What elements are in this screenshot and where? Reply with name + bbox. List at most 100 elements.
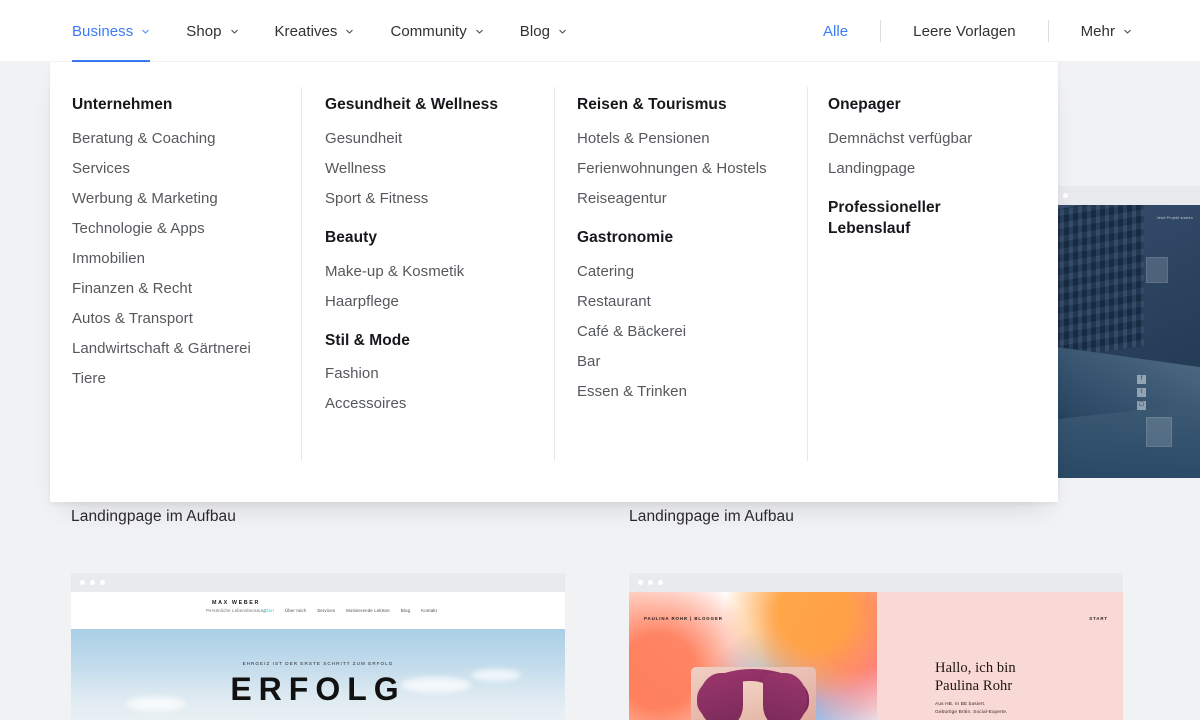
browser-chrome-bar (629, 573, 1123, 592)
preview-nav-item: Über mich (284, 608, 307, 613)
template-preview-image: MAX WEBER Persönliche Lebensberatung Sta… (71, 592, 565, 720)
template-card-paulina[interactable]: PAULINA ROHR | BLOGGER START Hallo, ich … (629, 573, 1123, 720)
mega-menu-item[interactable]: Technologie & Apps (72, 221, 301, 251)
nav-item-community[interactable]: Community (390, 0, 483, 62)
chevron-down-icon (1124, 29, 1131, 34)
instagram-icon: ☐ (1137, 401, 1146, 410)
preview-headline-line1: Hallo, ich bin (935, 660, 1016, 676)
nav-item-kreatives[interactable]: Kreatives (275, 0, 355, 62)
nav-item-label: Community (390, 22, 467, 40)
window-graphic (1146, 257, 1168, 283)
mega-menu-item[interactable]: Accessoires (325, 396, 554, 411)
mega-menu-item[interactable]: Gesundheit (325, 131, 554, 161)
mega-menu-item[interactable]: Make-up & Kosmetik (325, 264, 554, 294)
mega-menu-item[interactable]: Immobilien (72, 251, 301, 281)
template-preview-image: PAULINA ROHR | BLOGGER START Hallo, ich … (629, 592, 1123, 720)
mega-menu-group: Unternehmen Beratung & Coaching Services… (72, 95, 301, 386)
template-preview-image: Start Jetzt Projekt starten f t ☐ (1034, 205, 1200, 478)
chrome-dot (658, 580, 663, 585)
mega-menu-item[interactable]: Demnächst verfügbar (828, 131, 1058, 161)
template-caption: Landingpage im Aufbau (71, 508, 236, 525)
nav-item-business[interactable]: Business (72, 0, 151, 62)
preview-nav-right: Jetzt Projekt starten (1156, 215, 1193, 221)
filter-blank-templates[interactable]: Leere Vorlagen (881, 23, 1047, 40)
mega-menu-item[interactable]: Services (72, 161, 301, 191)
mega-menu-item[interactable]: Beratung & Coaching (72, 131, 301, 161)
preview-nav-item: START (1089, 616, 1108, 621)
preview-headline: ERFOLG (230, 671, 406, 707)
chrome-dot (1063, 193, 1068, 198)
category-nav: Business Shop Kreatives Community Blog (72, 0, 603, 62)
mega-menu-item[interactable]: Catering (577, 264, 807, 294)
filter-label: Leere Vorlagen (913, 22, 1016, 40)
chevron-down-icon (559, 29, 566, 34)
active-underline (72, 60, 151, 62)
mega-menu-group-heading: Onepager (828, 96, 901, 113)
chrome-dot (648, 580, 653, 585)
hair-graphic (699, 673, 743, 720)
mega-menu-group-heading: Unternehmen (72, 96, 173, 113)
preview-text-block: Hallo, ich bin Paulina Rohr Aus HB. In B… (935, 660, 1053, 720)
mega-menu-group: Stil & Mode Fashion Accessoires (325, 331, 554, 412)
template-card-erfolg[interactable]: MAX WEBER Persönliche Lebensberatung Sta… (71, 573, 565, 720)
mega-menu-item[interactable]: Essen & Trinken (577, 384, 807, 399)
filter-all[interactable]: Alle (791, 23, 880, 40)
preview-brand-name: MAX WEBER (212, 600, 260, 606)
filter-nav: Alle Leere Vorlagen Mehr (791, 0, 1164, 62)
nav-item-blog[interactable]: Blog (520, 0, 567, 62)
mega-menu-group-heading: Gastronomie (577, 228, 674, 246)
chevron-down-icon (142, 29, 149, 34)
chrome-dot (638, 580, 643, 585)
mega-menu-item[interactable]: Hotels & Pensionen (577, 131, 807, 161)
mega-menu-item[interactable]: Restaurant (577, 294, 807, 324)
chrome-dot (100, 580, 105, 585)
mega-menu-group-heading: Stil & Mode (325, 331, 410, 349)
mega-menu-item[interactable]: Landwirtschaft & Gärtnerei (72, 341, 301, 371)
twitter-icon: t (1137, 388, 1146, 397)
preview-headline-line2: Paulina Rohr (935, 677, 1013, 694)
preview-nav: Start Über mich Services Motivierende Le… (264, 608, 437, 613)
preview-nav-item: Motivierende Lektüre (346, 608, 390, 613)
mega-menu-group: Onepager Demnächst verfügbar Landingpage (828, 95, 1058, 176)
mega-menu-item[interactable]: Werbung & Marketing (72, 191, 301, 221)
preview-topbar: Start Jetzt Projekt starten (1034, 205, 1200, 231)
mega-menu-item[interactable]: Wellness (325, 161, 554, 191)
top-navigation-bar: Business Shop Kreatives Community Blog A… (0, 0, 1200, 62)
nav-item-label: Kreatives (274, 22, 338, 40)
mega-menu-column: Gesundheit & Wellness Gesundheit Wellnes… (301, 62, 554, 502)
mega-menu-item[interactable]: Fashion (325, 366, 554, 396)
preview-sub-line2: Gebürtige Britin. Social-Experte. (935, 709, 1008, 715)
filter-more[interactable]: Mehr (1049, 23, 1164, 40)
mega-menu-group-heading[interactable]: Professioneller Lebenslauf (828, 198, 988, 240)
template-caption: Landingpage im Aufbau (629, 508, 794, 525)
filter-label: Mehr (1080, 22, 1115, 40)
mega-menu-group-heading: Gesundheit & Wellness (325, 96, 499, 113)
mega-menu-column: Unternehmen Beratung & Coaching Services… (50, 62, 301, 502)
mega-menu-item[interactable]: Bar (577, 354, 807, 384)
portrait-photo (691, 667, 816, 720)
mega-menu-item[interactable]: Sport & Fitness (325, 191, 554, 206)
preview-hero: EHRGEIZ IST DER ERSTE SCHRITT ZUM ERFOLG… (71, 629, 565, 720)
preview-nav-item: Start (264, 608, 274, 613)
template-card-architecture[interactable]: Start Jetzt Projekt starten f t ☐ (1034, 186, 1200, 478)
mega-menu-column: Reisen & Tourismus Hotels & Pensionen Fe… (554, 62, 807, 502)
mega-menu-group: Beauty Make-up & Kosmetik Haarpflege (325, 228, 554, 309)
mega-menu-item[interactable]: Ferienwohnungen & Hostels (577, 161, 807, 191)
mega-menu-item[interactable]: Reiseagentur (577, 191, 807, 206)
mega-menu-item[interactable]: Autos & Transport (72, 311, 301, 341)
chevron-down-icon (230, 29, 238, 34)
mega-menu-item[interactable]: Café & Bäckerei (577, 324, 807, 354)
nav-item-shop[interactable]: Shop (186, 0, 238, 62)
chrome-dot (80, 580, 85, 585)
nav-item-label: Blog (519, 22, 551, 40)
mega-menu-item[interactable]: Landingpage (828, 161, 1058, 176)
nav-item-label: Business (72, 22, 134, 40)
preview-header: MAX WEBER Persönliche Lebensberatung Sta… (71, 592, 565, 629)
preview-nav-item: Kontakt (421, 608, 438, 613)
hair-graphic (763, 673, 807, 720)
mega-menu-item[interactable]: Haarpflege (325, 294, 554, 309)
mega-menu-group: Professioneller Lebenslauf (828, 198, 1058, 240)
mega-menu-item[interactable]: Finanzen & Recht (72, 281, 301, 311)
filter-label: Alle (822, 22, 849, 40)
mega-menu-item[interactable]: Tiere (72, 371, 301, 386)
